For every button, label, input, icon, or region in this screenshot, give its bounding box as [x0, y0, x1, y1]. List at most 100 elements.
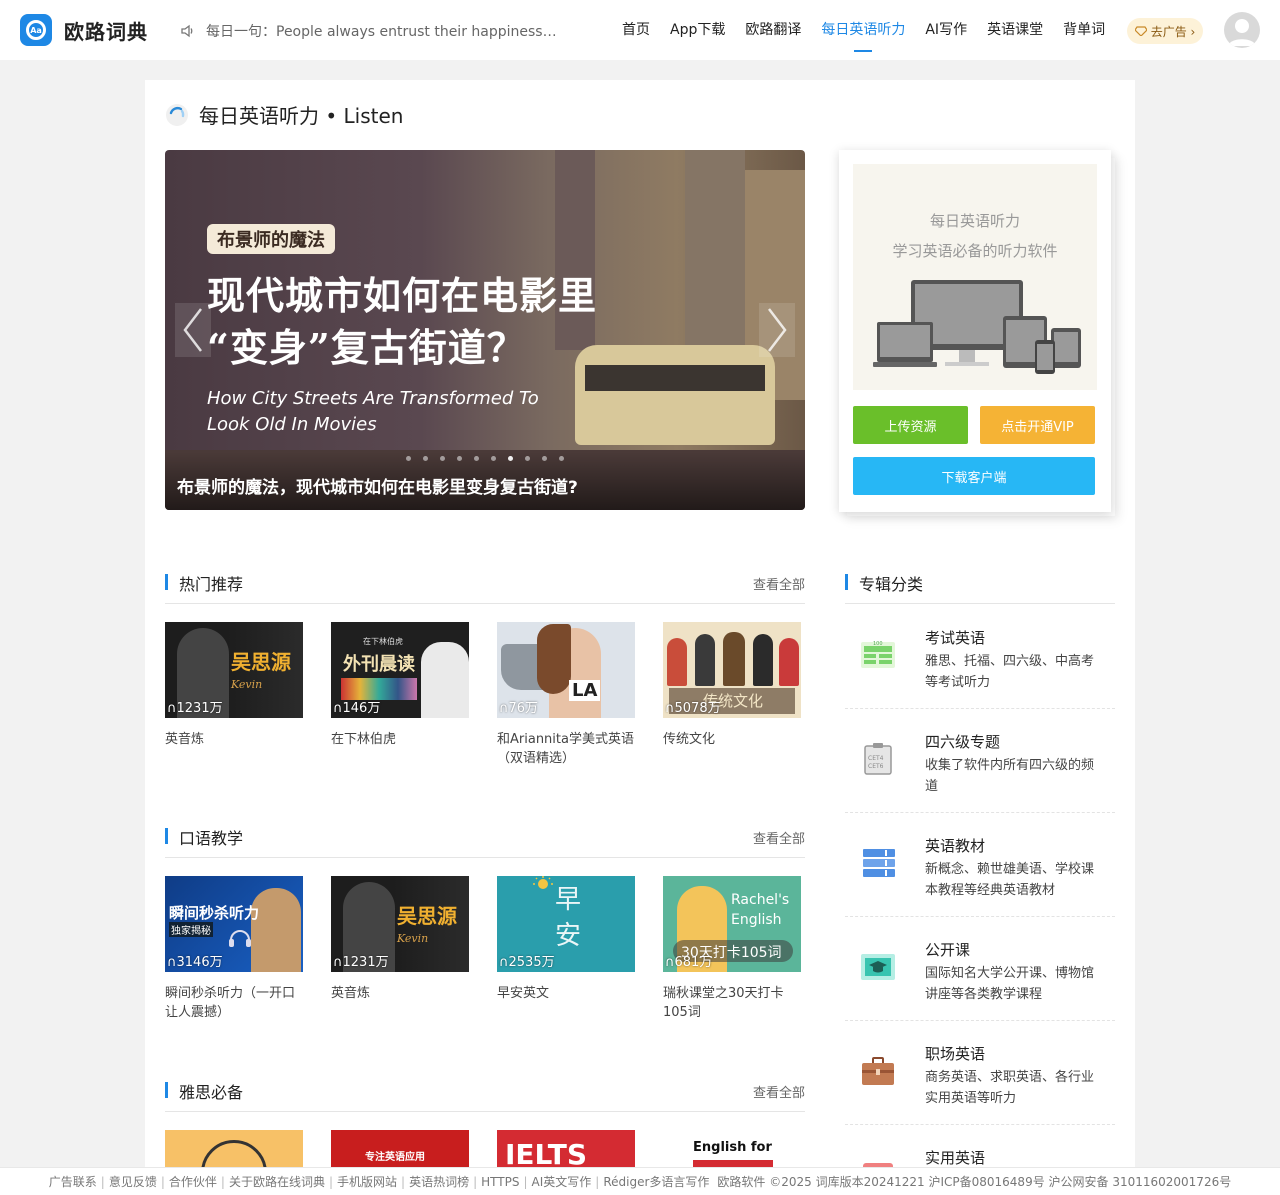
open-vip-button[interactable]: 点击开通VIP — [980, 406, 1095, 444]
section-title: 热门推荐 — [179, 575, 244, 594]
section-hot-recommend-header: 热门推荐 查看全部 — [165, 570, 805, 604]
category-item-exam[interactable]: 100 考试英语 雅思、托福、四六级、中高考等考试听力 — [845, 605, 1115, 709]
nav-vocabulary[interactable]: 背单词 — [1053, 0, 1115, 60]
category-item-cet[interactable]: CET4 CET6 四六级专题 收集了软件内所有四六级的频道 — [845, 709, 1115, 813]
promo-title: 每日英语听力 — [929, 212, 1020, 230]
category-name: 职场英语 — [925, 1045, 986, 1063]
footer-link-about[interactable]: 关于欧路在线词典 — [225, 1173, 329, 1190]
footer-link-hot-words[interactable]: 英语热词榜 — [405, 1173, 473, 1190]
nav-home[interactable]: 首页 — [612, 0, 660, 60]
top-header: Aa 欧路词典 每日一句：People always entrust their… — [0, 0, 1280, 60]
album-card[interactable]: English for — [663, 1130, 801, 1167]
category-name: 四六级专题 — [925, 733, 1001, 751]
exam-icon: 100 — [861, 641, 895, 668]
circle-graphic — [201, 1140, 267, 1167]
banner-headline: 现代城市如何在电影里 “变身”复古街道？ — [207, 273, 598, 370]
main-nav: 首页 App下载 欧路翻译 每日英语听力 AI写作 英语课堂 背单词 — [612, 0, 1115, 60]
album-card[interactable]: 吴思源 Kevin ∩1231万 英音炼 — [331, 876, 469, 1003]
view-all-link[interactable]: 查看全部 — [753, 828, 805, 847]
speaker-icon[interactable] — [180, 23, 196, 39]
person-image — [421, 642, 469, 718]
user-icon — [1228, 19, 1256, 46]
category-name: 实用英语 — [925, 1149, 986, 1167]
site-logo[interactable]: Aa 欧路词典 — [20, 14, 148, 46]
promo-subtitle: 学习英语必备的听力软件 — [892, 242, 1058, 260]
opera-figure — [695, 634, 715, 686]
svg-text:CET6: CET6 — [868, 763, 884, 770]
footer-link-rediger[interactable]: Rédiger多语言写作 — [599, 1173, 713, 1190]
view-all-link[interactable]: 查看全部 — [753, 574, 805, 593]
section-title: 口语教学 — [179, 829, 244, 848]
opera-figure — [779, 638, 799, 686]
album-thumbnail: 在下林伯虎 外刊晨读 ∩146万 — [331, 622, 469, 718]
footer-link-ai-writing[interactable]: AI英文写作 — [528, 1173, 596, 1190]
opera-figure — [667, 638, 687, 686]
category-item-open-course[interactable]: 公开课 国际知名大学公开课、博物馆讲座等各类教学课程 — [845, 917, 1115, 1021]
carousel-next-button[interactable] — [759, 303, 795, 357]
logo-text: 欧路词典 — [64, 19, 148, 44]
category-item-workplace[interactable]: 职场英语 商务英语、求职英语、各行业实用英语等听力 — [845, 1021, 1115, 1125]
nav-ai-writing[interactable]: AI写作 — [915, 0, 977, 60]
nav-app-download[interactable]: App下载 — [660, 0, 735, 60]
category-name: 考试英语 — [925, 629, 986, 647]
album-thumbnail: 早安 ∩2535万 — [497, 876, 635, 972]
listen-logo-icon — [166, 103, 188, 126]
album-name: 英音炼 — [331, 986, 371, 1001]
hair-image — [537, 624, 571, 694]
category-desc: 收集了软件内所有四六级的频道 — [925, 758, 1095, 794]
chevron-right-icon — [768, 308, 787, 352]
album-card[interactable]: IELTS — [497, 1130, 635, 1167]
footer-link-partners[interactable]: 合作伙伴 — [165, 1173, 221, 1190]
album-name: 早安英文 — [497, 986, 550, 1001]
nav-english-class[interactable]: 英语课堂 — [977, 0, 1053, 60]
album-card[interactable]: 专注英语应用 — [331, 1130, 469, 1167]
category-header: 专辑分类 — [845, 570, 1115, 604]
nav-translate[interactable]: 欧路翻译 — [735, 0, 811, 60]
category-desc: 新概念、赖世雄美语、学校课本教程等经典英语教材 — [925, 862, 1095, 898]
category-desc: 国际知名大学公开课、博物馆讲座等各类教学课程 — [925, 966, 1095, 1002]
daily-sentence[interactable]: 每日一句：People always entrust their happine… — [180, 21, 560, 41]
album-card[interactable] — [165, 1130, 303, 1167]
upload-resource-button[interactable]: 上传资源 — [853, 406, 968, 444]
page-title: 每日英语听力 • Listen — [165, 100, 403, 129]
page-title-text: 每日英语听力 • Listen — [199, 104, 404, 128]
section-oral-teaching-header: 口语教学 查看全部 — [165, 824, 805, 858]
view-all-link[interactable]: 查看全部 — [753, 1082, 805, 1101]
chevron-left-icon — [183, 308, 202, 352]
album-card[interactable]: 吴思源 Kevin ∩1231万 英音炼 — [165, 622, 303, 749]
category-desc: 雅思、托福、四六级、中高考等考试听力 — [925, 654, 1095, 690]
album-card[interactable]: LA ∩76万 和Ariannita学美式英语（双语精选） — [497, 622, 635, 768]
play-count: ∩146万 — [333, 701, 381, 716]
download-client-button[interactable]: 下载客户端 — [853, 457, 1095, 495]
section-title: 雅思必备 — [179, 1083, 244, 1102]
footer-link-feedback[interactable]: 意见反馈 — [105, 1173, 161, 1190]
play-count: ∩1231万 — [333, 955, 389, 970]
footer-copyright: 欧路软件 ©2025 词库版本20241221 沪ICP备08016489号 沪… — [717, 1175, 1232, 1189]
carousel-prev-button[interactable] — [175, 303, 211, 357]
album-thumbnail: Rachel's English 30天打卡105词 ∩681万 — [663, 876, 801, 972]
album-card[interactable]: 传统文化 ∩5078万 传统文化 — [663, 622, 801, 749]
album-card[interactable]: 早安 ∩2535万 早安英文 — [497, 876, 635, 1003]
nav-daily-listening[interactable]: 每日英语听力 — [811, 0, 915, 60]
banner-carousel[interactable]: 布景师的魔法 现代城市如何在电影里 “变身”复古街道？ How City Str… — [165, 150, 805, 510]
cet-icon: CET4CET6 — [864, 743, 892, 775]
user-avatar[interactable] — [1224, 12, 1260, 48]
footer-link-https[interactable]: HTTPS — [477, 1175, 523, 1189]
footer-link-ads[interactable]: 广告联系 — [45, 1173, 101, 1190]
album-thumbnail: 专注英语应用 — [331, 1130, 469, 1167]
banner-tag: 布景师的魔法 — [207, 224, 335, 254]
banner-bus-window — [585, 365, 765, 391]
album-card[interactable]: 瞬间秒杀听力 独家揭秘 ∩3146万 瞬间秒杀听力（一开口让人震撼） — [165, 876, 303, 1022]
play-count: ∩681万 — [665, 955, 713, 970]
album-card[interactable]: 在下林伯虎 外刊晨读 ∩146万 在下林伯虎 — [331, 622, 469, 749]
svg-text:100: 100 — [873, 641, 883, 647]
banner-caption[interactable]: 布景师的魔法，现代城市如何在电影里变身复古街道? — [165, 452, 805, 510]
remove-ads-button[interactable]: 去广告 › — [1127, 18, 1203, 44]
category-item-textbook[interactable]: 英语教材 新概念、赖世雄美语、学校课本教程等经典英语教材 — [845, 813, 1115, 917]
album-card[interactable]: Rachel's English 30天打卡105词 ∩681万 瑞秋课堂之30… — [663, 876, 801, 1022]
category-desc: 商务英语、求职英语、各行业实用英语等听力 — [925, 1070, 1095, 1106]
devices-icon — [873, 280, 1081, 374]
footer-link-mobile[interactable]: 手机版网站 — [333, 1173, 401, 1190]
books-icon — [863, 849, 895, 877]
play-count: ∩5078万 — [665, 701, 721, 716]
